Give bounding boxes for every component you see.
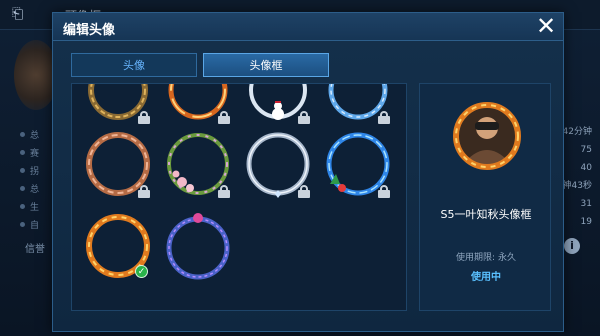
bullet-icon: [20, 203, 25, 209]
lock-icon: [218, 111, 230, 124]
bullet-icon: [20, 131, 25, 137]
snowman-frame[interactable]: [242, 84, 314, 126]
frame-grid: ✓: [71, 83, 407, 311]
stat-value: 31: [580, 199, 592, 209]
lock-icon: [298, 111, 310, 124]
background-stat-values: 42分钟 75 40 神43秒 31 19: [563, 123, 592, 231]
autumn-leaf-frame[interactable]: ✓: [82, 210, 154, 282]
selected-check-icon: ✓: [135, 265, 148, 278]
copper-gear-frame[interactable]: [82, 128, 154, 200]
stat-row: 总: [20, 125, 39, 143]
close-button[interactable]: ✕: [533, 14, 559, 40]
stat-value: 40: [580, 163, 592, 173]
ice-crystal-frame[interactable]: [322, 84, 394, 126]
tab-avatar-frame[interactable]: 头像框: [203, 53, 329, 77]
frame-preview-panel: S5一叶知秋头像框 使用期限: 永久 使用中: [419, 83, 551, 311]
lock-icon: [218, 185, 230, 198]
demon-crown-frame[interactable]: [162, 210, 234, 282]
wheat-wreath-frame[interactable]: [82, 84, 154, 126]
lock-icon: [298, 185, 310, 198]
bullet-icon: [20, 149, 25, 155]
stat-row: 自: [20, 215, 39, 233]
silver-diamond-frame[interactable]: [242, 128, 314, 200]
stat-row: 赛: [20, 143, 39, 161]
stat-row: 生: [20, 197, 39, 215]
stat-value: 42分钟: [562, 127, 592, 137]
stat-row: 拐: [20, 161, 39, 179]
back-icon[interactable]: ⎗: [12, 6, 34, 24]
beach-blue-frame[interactable]: [322, 128, 394, 200]
dialog-header: 编辑头像 ✕: [53, 13, 563, 41]
stat-value: 19: [580, 217, 592, 227]
bullet-icon: [20, 221, 25, 227]
bullet-icon: [20, 167, 25, 173]
lock-icon: [138, 111, 150, 124]
preview-avatar: [449, 98, 525, 174]
stat-value: 75: [580, 145, 592, 155]
lock-icon: [378, 111, 390, 124]
background-stats: 总 赛 拐 总 生 自: [20, 125, 39, 233]
credit-button[interactable]: 信誉: [25, 240, 45, 255]
edit-avatar-dialog: 编辑头像 ✕ 头像 头像框 ✓ S5一叶知秋头像框 使用期限: 永久 使用中: [52, 12, 564, 332]
lock-icon: [138, 185, 150, 198]
info-icon[interactable]: i: [564, 238, 580, 254]
stat-value: 神43秒: [562, 181, 592, 191]
tab-bar: 头像 头像框: [71, 53, 329, 77]
lock-icon: [378, 185, 390, 198]
stat-row: 总: [20, 179, 39, 197]
bullet-icon: [20, 185, 25, 191]
dialog-title: 编辑头像: [63, 23, 116, 38]
in-use-button[interactable]: 使用中: [456, 268, 516, 283]
preview-frame-name: S5一叶知秋头像框: [440, 208, 532, 221]
tab-avatar[interactable]: 头像: [71, 53, 197, 77]
sakura-vine-frame[interactable]: [162, 128, 234, 200]
preview-usage-period: 使用期限: 永久: [456, 253, 516, 263]
fire-arc-frame[interactable]: [162, 84, 234, 126]
